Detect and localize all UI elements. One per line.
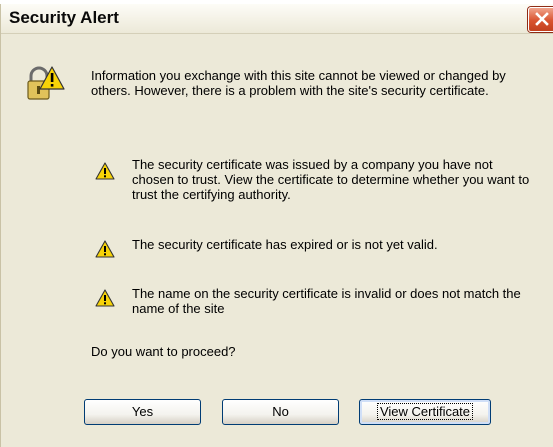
warning-text-expired: The security certificate has expired or … — [132, 237, 438, 252]
proceed-question: Do you want to proceed? — [91, 344, 236, 359]
no-button-label: No — [272, 404, 289, 419]
view-certificate-button-label: View Certificate — [376, 403, 474, 420]
close-icon — [535, 12, 549, 26]
view-certificate-button[interactable]: View Certificate — [359, 399, 491, 425]
warning-text-name-mismatch: The name on the security certificate is … — [132, 286, 521, 316]
yes-button-label: Yes — [131, 404, 154, 419]
no-button[interactable]: No — [222, 399, 339, 425]
security-alert-dialog: Security Alert Information you exchange … — [0, 4, 553, 447]
intro-text: Information you exchange with this site … — [91, 68, 506, 98]
warning-triangle-icon — [95, 162, 115, 180]
warning-triangle-icon — [95, 240, 115, 258]
dialog-title: Security Alert — [9, 8, 119, 27]
close-button[interactable] — [528, 7, 553, 32]
warning-triangle-icon — [95, 289, 115, 307]
title-bar[interactable]: Security Alert — [1, 4, 553, 34]
lock-warning-icon — [27, 66, 65, 100]
yes-button[interactable]: Yes — [84, 399, 201, 425]
warning-text-untrusted-issuer: The security certificate was issued by a… — [132, 157, 530, 202]
